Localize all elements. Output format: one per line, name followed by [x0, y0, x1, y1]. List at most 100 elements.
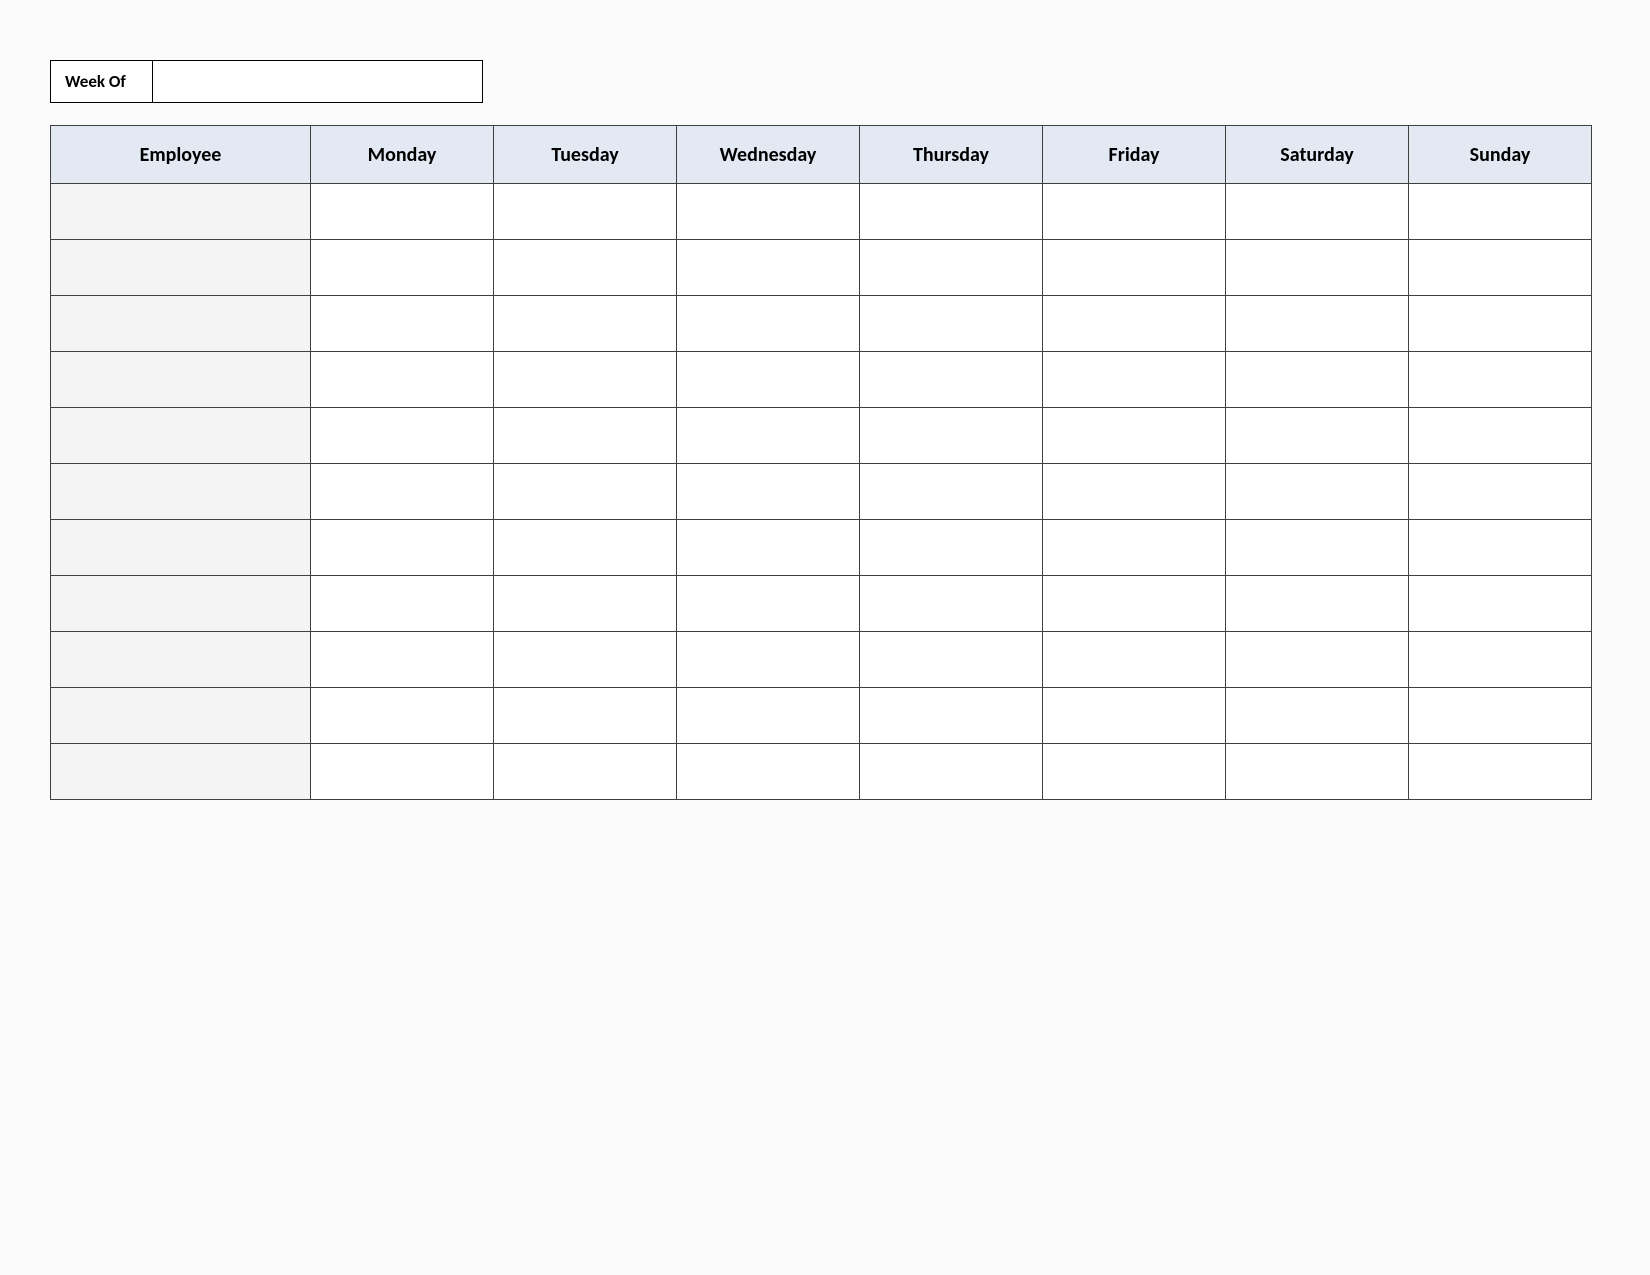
- wednesday-cell[interactable]: [677, 520, 860, 576]
- table-row: [51, 184, 1592, 240]
- saturday-cell[interactable]: [1226, 240, 1409, 296]
- thursday-cell[interactable]: [860, 352, 1043, 408]
- sunday-cell[interactable]: [1409, 744, 1592, 800]
- sunday-cell[interactable]: [1409, 352, 1592, 408]
- tuesday-cell[interactable]: [494, 184, 677, 240]
- friday-cell[interactable]: [1043, 576, 1226, 632]
- thursday-cell[interactable]: [860, 688, 1043, 744]
- thursday-cell[interactable]: [860, 464, 1043, 520]
- saturday-cell[interactable]: [1226, 632, 1409, 688]
- employee-cell[interactable]: [51, 632, 311, 688]
- tuesday-cell[interactable]: [494, 688, 677, 744]
- monday-cell[interactable]: [311, 352, 494, 408]
- monday-cell[interactable]: [311, 744, 494, 800]
- header-saturday: Saturday: [1226, 126, 1409, 184]
- saturday-cell[interactable]: [1226, 296, 1409, 352]
- sunday-cell[interactable]: [1409, 296, 1592, 352]
- tuesday-cell[interactable]: [494, 632, 677, 688]
- tuesday-cell[interactable]: [494, 240, 677, 296]
- tuesday-cell[interactable]: [494, 520, 677, 576]
- thursday-cell[interactable]: [860, 408, 1043, 464]
- wednesday-cell[interactable]: [677, 296, 860, 352]
- friday-cell[interactable]: [1043, 632, 1226, 688]
- friday-cell[interactable]: [1043, 240, 1226, 296]
- friday-cell[interactable]: [1043, 464, 1226, 520]
- employee-cell[interactable]: [51, 576, 311, 632]
- sunday-cell[interactable]: [1409, 464, 1592, 520]
- table-row: [51, 744, 1592, 800]
- sunday-cell[interactable]: [1409, 408, 1592, 464]
- tuesday-cell[interactable]: [494, 352, 677, 408]
- employee-cell[interactable]: [51, 520, 311, 576]
- monday-cell[interactable]: [311, 240, 494, 296]
- wednesday-cell[interactable]: [677, 632, 860, 688]
- employee-cell[interactable]: [51, 464, 311, 520]
- week-of-input[interactable]: [153, 60, 483, 103]
- friday-cell[interactable]: [1043, 352, 1226, 408]
- tuesday-cell[interactable]: [494, 464, 677, 520]
- table-body: [51, 184, 1592, 800]
- wednesday-cell[interactable]: [677, 576, 860, 632]
- wednesday-cell[interactable]: [677, 744, 860, 800]
- sunday-cell[interactable]: [1409, 576, 1592, 632]
- saturday-cell[interactable]: [1226, 184, 1409, 240]
- thursday-cell[interactable]: [860, 632, 1043, 688]
- saturday-cell[interactable]: [1226, 744, 1409, 800]
- tuesday-cell[interactable]: [494, 576, 677, 632]
- monday-cell[interactable]: [311, 688, 494, 744]
- saturday-cell[interactable]: [1226, 576, 1409, 632]
- sunday-cell[interactable]: [1409, 184, 1592, 240]
- header-employee: Employee: [51, 126, 311, 184]
- saturday-cell[interactable]: [1226, 464, 1409, 520]
- thursday-cell[interactable]: [860, 184, 1043, 240]
- table-row: [51, 576, 1592, 632]
- sunday-cell[interactable]: [1409, 520, 1592, 576]
- tuesday-cell[interactable]: [494, 744, 677, 800]
- tuesday-cell[interactable]: [494, 408, 677, 464]
- monday-cell[interactable]: [311, 576, 494, 632]
- saturday-cell[interactable]: [1226, 688, 1409, 744]
- thursday-cell[interactable]: [860, 744, 1043, 800]
- employee-cell[interactable]: [51, 408, 311, 464]
- employee-cell[interactable]: [51, 352, 311, 408]
- monday-cell[interactable]: [311, 520, 494, 576]
- thursday-cell[interactable]: [860, 520, 1043, 576]
- saturday-cell[interactable]: [1226, 352, 1409, 408]
- thursday-cell[interactable]: [860, 576, 1043, 632]
- wednesday-cell[interactable]: [677, 688, 860, 744]
- header-thursday: Thursday: [860, 126, 1043, 184]
- employee-cell[interactable]: [51, 744, 311, 800]
- friday-cell[interactable]: [1043, 744, 1226, 800]
- employee-cell[interactable]: [51, 184, 311, 240]
- sunday-cell[interactable]: [1409, 632, 1592, 688]
- thursday-cell[interactable]: [860, 296, 1043, 352]
- wednesday-cell[interactable]: [677, 464, 860, 520]
- thursday-cell[interactable]: [860, 240, 1043, 296]
- monday-cell[interactable]: [311, 296, 494, 352]
- wednesday-cell[interactable]: [677, 240, 860, 296]
- monday-cell[interactable]: [311, 184, 494, 240]
- friday-cell[interactable]: [1043, 408, 1226, 464]
- friday-cell[interactable]: [1043, 296, 1226, 352]
- tuesday-cell[interactable]: [494, 296, 677, 352]
- employee-cell[interactable]: [51, 296, 311, 352]
- friday-cell[interactable]: [1043, 688, 1226, 744]
- table-row: [51, 520, 1592, 576]
- header-wednesday: Wednesday: [677, 126, 860, 184]
- friday-cell[interactable]: [1043, 520, 1226, 576]
- monday-cell[interactable]: [311, 464, 494, 520]
- employee-cell[interactable]: [51, 688, 311, 744]
- saturday-cell[interactable]: [1226, 520, 1409, 576]
- header-sunday: Sunday: [1409, 126, 1592, 184]
- saturday-cell[interactable]: [1226, 408, 1409, 464]
- sunday-cell[interactable]: [1409, 688, 1592, 744]
- sunday-cell[interactable]: [1409, 240, 1592, 296]
- wednesday-cell[interactable]: [677, 352, 860, 408]
- employee-cell[interactable]: [51, 240, 311, 296]
- table-row: [51, 408, 1592, 464]
- wednesday-cell[interactable]: [677, 408, 860, 464]
- monday-cell[interactable]: [311, 408, 494, 464]
- wednesday-cell[interactable]: [677, 184, 860, 240]
- friday-cell[interactable]: [1043, 184, 1226, 240]
- monday-cell[interactable]: [311, 632, 494, 688]
